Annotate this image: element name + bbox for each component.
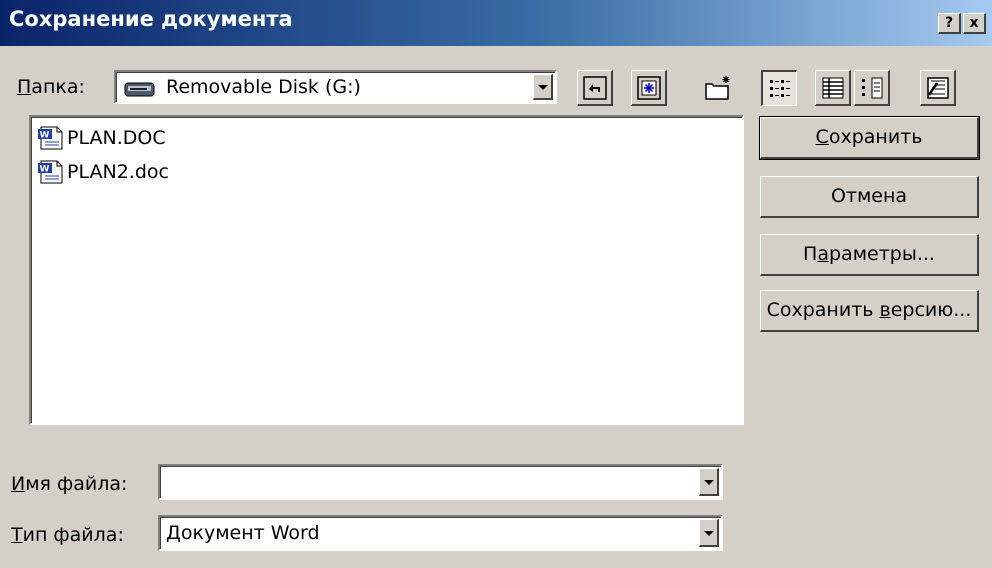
list-view-icon (770, 80, 790, 97)
word-document-icon: W (38, 126, 63, 150)
new-folder-button[interactable] (700, 70, 736, 106)
chevron-down-icon[interactable] (699, 519, 719, 547)
filetype-label: Тип файла: (11, 524, 124, 546)
save-version-button[interactable]: Сохранить версию... (760, 290, 979, 332)
word-document-icon: W (38, 160, 63, 184)
new-folder-icon (705, 76, 730, 100)
folder-value: Removable Disk (G:) (166, 76, 361, 98)
file-name: PLAN.DOC (67, 127, 166, 149)
back-icon (583, 76, 607, 100)
cancel-button[interactable]: Отмена (760, 176, 979, 218)
tools-icon (927, 77, 949, 99)
properties-view-button[interactable] (854, 70, 890, 106)
file-name: PLAN2.doc (67, 161, 169, 183)
tools-button[interactable] (920, 70, 956, 106)
chevron-down-icon[interactable] (533, 74, 553, 100)
options-button[interactable]: Параметры... (760, 234, 979, 276)
search-web-icon (637, 76, 661, 100)
close-button[interactable]: x (963, 13, 986, 34)
up-folder-button[interactable] (631, 70, 667, 106)
back-button[interactable] (577, 70, 613, 106)
folder-label: Папка: (17, 76, 85, 98)
removable-disk-icon (124, 79, 156, 99)
filename-label: Имя файла: (11, 473, 128, 495)
list-item[interactable]: W PLAN2.doc (37, 159, 217, 185)
svg-text:W: W (40, 131, 50, 141)
svg-text:W: W (40, 165, 50, 175)
list-item[interactable]: W PLAN.DOC (37, 125, 217, 151)
properties-view-icon (862, 77, 883, 99)
chevron-down-icon[interactable] (699, 468, 719, 496)
details-view-icon (822, 77, 844, 99)
filetype-value: Документ Word (166, 522, 320, 544)
list-view-button[interactable] (761, 70, 797, 106)
help-button[interactable]: ? (938, 13, 961, 34)
filename-input[interactable] (158, 464, 723, 500)
save-button[interactable]: Сохранить (759, 116, 980, 160)
filetype-select[interactable]: Документ Word (158, 515, 723, 551)
file-list[interactable]: W PLAN.DOC W PLAN2.doc (29, 115, 744, 425)
details-view-button[interactable] (815, 70, 851, 106)
folder-select[interactable]: Removable Disk (G:) (114, 70, 557, 104)
window-title: Сохранение документа (9, 7, 293, 31)
title-bar[interactable]: Сохранение документа ? x (0, 0, 992, 46)
